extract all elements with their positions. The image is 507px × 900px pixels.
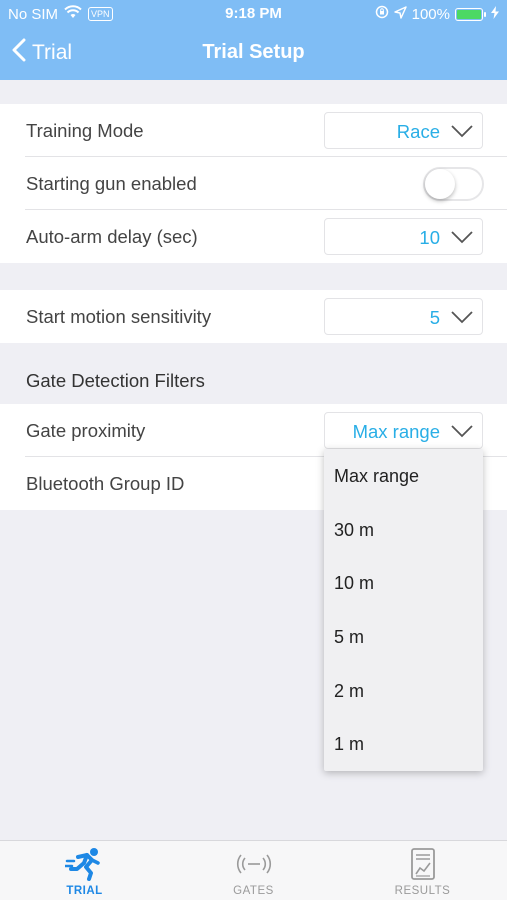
- chevron-down-icon: [450, 424, 474, 443]
- section-header-gate-filters: Gate Detection Filters: [26, 370, 205, 391]
- gate-proximity-label: Gate proximity: [26, 420, 146, 441]
- sensitivity-value: 5: [429, 307, 440, 328]
- training-mode-label: Training Mode: [26, 120, 144, 141]
- tab-trial[interactable]: TRIAL: [0, 841, 169, 900]
- navigation-bar: Trial Trial Setup: [0, 28, 507, 80]
- toggle-knob: [425, 169, 455, 199]
- starting-gun-toggle[interactable]: [423, 167, 484, 201]
- training-mode-value: Race: [396, 121, 440, 142]
- dropdown-option[interactable]: 1 m: [324, 717, 483, 771]
- tab-gates[interactable]: GATES: [169, 841, 338, 900]
- tab-results[interactable]: RESULTS: [338, 841, 507, 900]
- dropdown-option[interactable]: 30 m: [324, 503, 483, 557]
- charging-bolt-icon: [491, 5, 499, 23]
- dropdown-option[interactable]: 5 m: [324, 610, 483, 664]
- results-report-icon: [338, 847, 507, 881]
- sensitivity-label: Start motion sensitivity: [26, 306, 212, 327]
- status-bar: No SIM VPN 9:18 PM 100%: [0, 0, 507, 28]
- app-header: No SIM VPN 9:18 PM 100% Trial Trial Setu…: [0, 0, 507, 80]
- runner-icon: [0, 847, 169, 881]
- auto-arm-row: Auto-arm delay (sec) 10: [25, 210, 507, 263]
- gate-proximity-value: Max range: [352, 421, 440, 442]
- battery-percent: 100%: [411, 5, 450, 23]
- starting-gun-label: Starting gun enabled: [26, 173, 197, 194]
- chevron-down-icon: [450, 124, 474, 143]
- training-mode-select[interactable]: Race: [324, 112, 483, 149]
- tab-bar: TRIAL GATES RESULTS: [0, 840, 507, 900]
- training-settings-group: Training Mode Race Starting gun enabled …: [0, 104, 507, 263]
- battery-icon: [455, 7, 486, 21]
- gate-proximity-dropdown: Max range 30 m 10 m 5 m 2 m 1 m: [324, 449, 483, 771]
- tab-label: GATES: [233, 885, 274, 897]
- dropdown-option[interactable]: 10 m: [324, 556, 483, 610]
- page-title: Trial Setup: [202, 41, 305, 63]
- dropdown-option[interactable]: 2 m: [324, 664, 483, 718]
- training-mode-row: Training Mode Race: [25, 104, 507, 157]
- gate-proximity-select[interactable]: Max range: [324, 412, 483, 449]
- sensitivity-select[interactable]: 5: [324, 298, 483, 335]
- sensitivity-group: Start motion sensitivity 5: [0, 290, 507, 343]
- tab-label: TRIAL: [66, 885, 103, 897]
- chevron-down-icon: [450, 310, 474, 329]
- chevron-down-icon: [450, 230, 474, 249]
- starting-gun-row: Starting gun enabled: [25, 157, 507, 210]
- sensitivity-row: Start motion sensitivity 5: [25, 290, 507, 343]
- auto-arm-label: Auto-arm delay (sec): [26, 226, 198, 247]
- auto-arm-value: 10: [419, 227, 440, 248]
- bluetooth-group-label: Bluetooth Group ID: [26, 473, 185, 494]
- lock-rotation-icon: [375, 5, 389, 23]
- tab-label: RESULTS: [394, 885, 451, 897]
- auto-arm-select[interactable]: 10: [324, 218, 483, 255]
- dropdown-option[interactable]: Max range: [324, 449, 483, 503]
- signal-waves-icon: [169, 853, 338, 875]
- location-arrow-icon: [393, 5, 407, 23]
